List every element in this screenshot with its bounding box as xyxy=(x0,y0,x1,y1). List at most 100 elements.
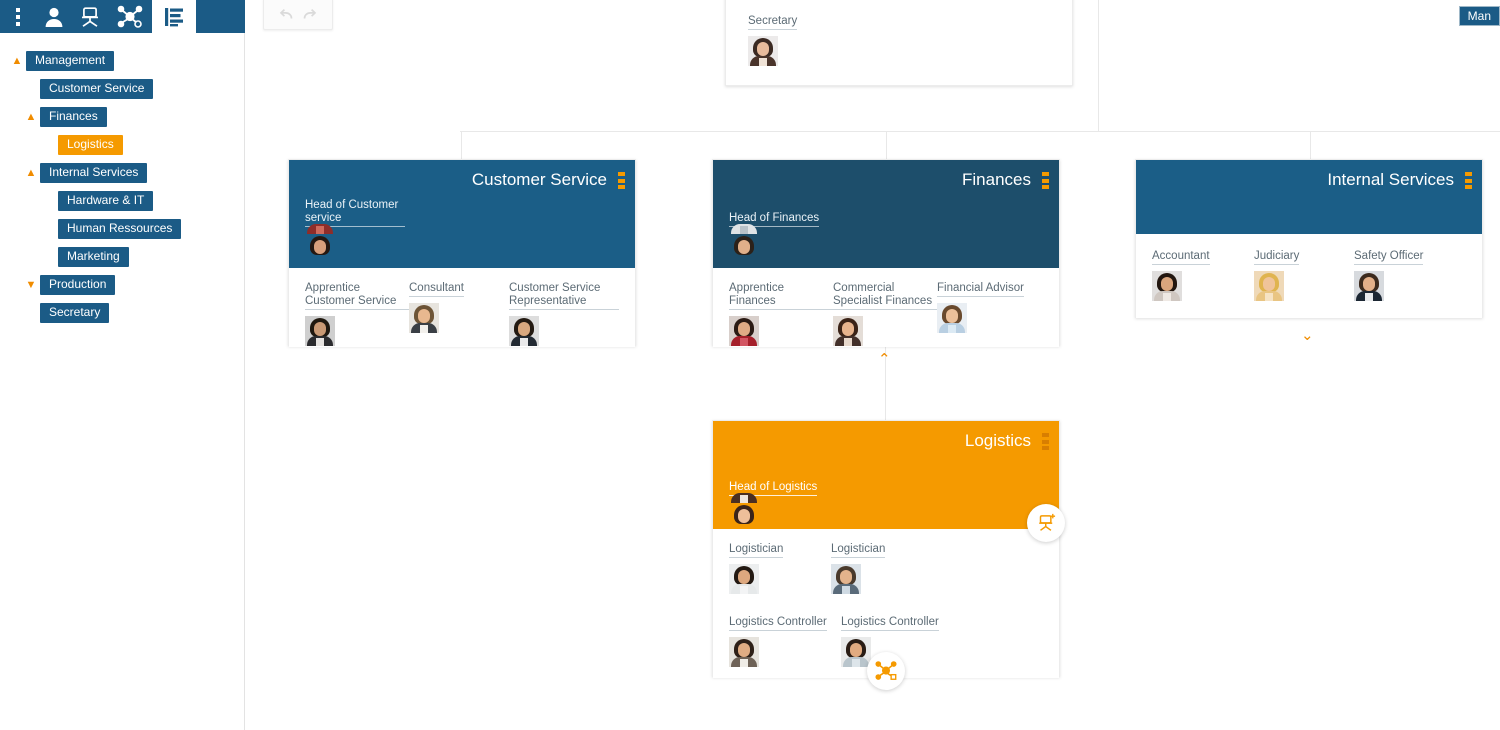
connector-drop-cs xyxy=(461,131,462,159)
avatar xyxy=(1254,271,1284,301)
chevron-up-icon[interactable]: ▲ xyxy=(8,52,26,70)
employee-entry[interactable]: Logistician xyxy=(831,543,933,594)
internal-services-employees: Accountant Judiciary Safety Officer xyxy=(1136,234,1482,318)
card-title: Logistics xyxy=(964,431,1031,450)
avatar xyxy=(729,564,759,594)
org-chart-app: ▲Management▲Customer Service▲Finances▲Lo… xyxy=(0,0,1500,730)
connector-drop-fin xyxy=(886,131,887,159)
avatar xyxy=(1152,271,1182,301)
employee-entry[interactable]: Customer Service Representative xyxy=(509,282,619,346)
collapse-toggle-finances[interactable]: ⌃ xyxy=(878,352,891,367)
employee-entry[interactable]: Accountant xyxy=(1152,250,1254,302)
employee-role: Logistician xyxy=(831,543,886,558)
employee-entry[interactable]: Apprentice Customer Service xyxy=(305,282,409,346)
chevron-up-icon[interactable]: ▲ xyxy=(22,164,40,182)
sidebar-item-label[interactable]: Human Ressources xyxy=(58,219,182,239)
employee-entry[interactable]: Logistician xyxy=(729,543,831,594)
sidebar-item-finances[interactable]: ▲ Finances xyxy=(0,107,244,127)
employee-entry[interactable]: Judiciary xyxy=(1254,250,1354,302)
head-role-label: Head of Customer service xyxy=(305,199,405,227)
sidebar-item-production[interactable]: ▼ Production xyxy=(0,275,244,295)
avatar xyxy=(937,303,967,333)
card-menu-icon[interactable] xyxy=(1465,172,1472,189)
sidebar-item-label[interactable]: Customer Service xyxy=(40,79,154,99)
card-title: Customer Service xyxy=(471,170,607,189)
sidebar-item-label[interactable]: Production xyxy=(40,275,116,295)
card-secretary[interactable]: Secretary xyxy=(725,0,1073,86)
avatar xyxy=(748,36,778,66)
employee-entry[interactable]: Financial Advisor xyxy=(937,282,1037,346)
employee-entry[interactable]: Safety Officer xyxy=(1354,250,1454,302)
avatar xyxy=(305,316,335,346)
org-network-icon[interactable] xyxy=(108,0,152,33)
sidebar-item-label[interactable]: Finances xyxy=(40,107,107,127)
internal-services-header: Internal Services xyxy=(1136,160,1482,234)
avatar xyxy=(409,303,439,333)
card-internal-services[interactable]: Internal Services Accountant Judiciary S… xyxy=(1135,159,1483,318)
top-toolbar xyxy=(0,0,245,33)
sidebar-item-label[interactable]: Logistics xyxy=(58,135,123,155)
employee-role: Apprentice Finances xyxy=(729,282,833,310)
card-menu-icon[interactable] xyxy=(1042,433,1049,450)
card-customer-service[interactable]: Customer Service Head of Customer servic… xyxy=(288,159,636,347)
sidebar-item-label[interactable]: Hardware & IT xyxy=(58,191,154,211)
connector-vertical-root xyxy=(1098,0,1099,132)
employee-entry[interactable]: Logistics Controller xyxy=(729,616,841,667)
connector-drop-is xyxy=(1310,131,1311,159)
connector-horizontal-top xyxy=(460,131,1500,132)
avatar xyxy=(831,564,861,594)
sidebar-tree: ▲Management▲Customer Service▲Finances▲Lo… xyxy=(0,33,245,730)
employee-role: Commercial Specialist Finances xyxy=(833,282,937,310)
history-panel xyxy=(263,0,333,30)
chevron-up-icon[interactable]: ▲ xyxy=(22,108,40,126)
sidebar-item-customer-service[interactable]: ▲Customer Service xyxy=(0,79,244,99)
customer-service-employees: Apprentice Customer Service Consultant C… xyxy=(289,268,635,347)
avatar xyxy=(841,637,871,667)
customer-service-header: Customer Service Head of Customer servic… xyxy=(289,160,635,268)
more-options-icon[interactable] xyxy=(0,0,36,33)
sidebar-item-internal-services[interactable]: ▲ Internal Services xyxy=(0,163,244,183)
employee-entry[interactable]: Apprentice Finances xyxy=(729,282,833,346)
sidebar-item-marketing[interactable]: ▲Marketing xyxy=(0,247,244,267)
employee-entry[interactable]: Consultant xyxy=(409,282,509,346)
add-sub-organisation-button[interactable] xyxy=(867,652,905,690)
chart-canvas[interactable]: Man Secretary Customer Service Head of C… xyxy=(245,0,1500,730)
sidebar-item-hardware-it[interactable]: ▲Hardware & IT xyxy=(0,191,244,211)
employee-role: Accountant xyxy=(1152,250,1210,265)
list-view-icon[interactable] xyxy=(152,0,196,33)
employee-entry[interactable]: Secretary xyxy=(748,15,798,66)
card-finances[interactable]: Finances Head of Finances Apprentice Fin… xyxy=(712,159,1060,347)
person-icon[interactable] xyxy=(36,0,72,33)
expand-toggle-internal-services[interactable]: ⌄ xyxy=(1301,328,1314,343)
avatar xyxy=(729,316,759,346)
edge-node-management[interactable]: Man xyxy=(1458,6,1500,26)
secretary-body: Secretary xyxy=(726,0,1072,80)
sidebar-item-human-ressources[interactable]: ▲Human Ressources xyxy=(0,219,244,239)
add-position-button[interactable] xyxy=(1027,504,1065,542)
card-logistics[interactable]: Logistics Head of Logistics Logistician xyxy=(712,420,1060,678)
employee-role: Financial Advisor xyxy=(937,282,1024,297)
undo-icon[interactable] xyxy=(277,5,296,24)
redo-icon[interactable] xyxy=(300,5,319,24)
employee-role: Logistician xyxy=(729,543,784,558)
avatar xyxy=(509,316,539,346)
employee-role: Logistics Controller xyxy=(841,616,939,631)
avatar xyxy=(729,637,759,667)
employee-entry[interactable]: Commercial Specialist Finances xyxy=(833,282,937,346)
avatar xyxy=(1354,271,1384,301)
chevron-down-icon[interactable]: ▼ xyxy=(22,276,40,294)
sidebar-item-label[interactable]: Secretary xyxy=(40,303,110,323)
card-menu-icon[interactable] xyxy=(618,172,625,189)
finances-header: Finances Head of Finances xyxy=(713,160,1059,268)
sidebar-item-label[interactable]: Internal Services xyxy=(40,163,148,183)
sidebar-item-management[interactable]: ▲ Management xyxy=(0,51,244,71)
employee-role: Consultant xyxy=(409,282,464,297)
office-chair-icon[interactable] xyxy=(72,0,108,33)
sidebar-item-logistics[interactable]: ▲Logistics xyxy=(0,135,244,155)
sidebar-item-label[interactable]: Marketing xyxy=(58,247,129,267)
sidebar-item-label[interactable]: Management xyxy=(26,51,115,71)
card-title: Finances xyxy=(962,170,1031,189)
logistics-header: Logistics Head of Logistics xyxy=(713,421,1059,529)
sidebar-item-secretary[interactable]: ▲Secretary xyxy=(0,303,244,323)
card-menu-icon[interactable] xyxy=(1042,172,1049,189)
